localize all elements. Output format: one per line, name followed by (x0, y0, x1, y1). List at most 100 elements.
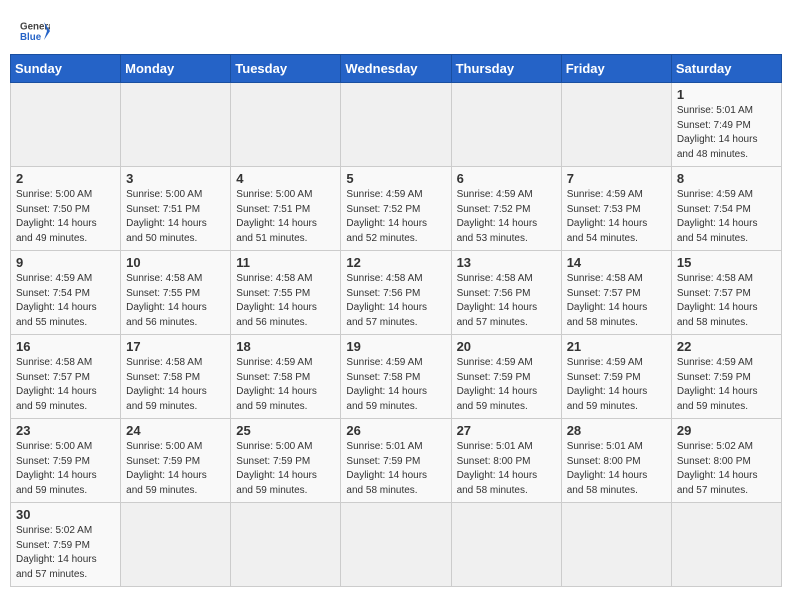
calendar-cell (231, 83, 341, 167)
day-number: 13 (457, 255, 556, 270)
calendar-cell: 16 Sunrise: 4:58 AM Sunset: 7:57 PM Dayli… (11, 335, 121, 419)
calendar-cell: 25 Sunrise: 5:00 AM Sunset: 7:59 PM Dayli… (231, 419, 341, 503)
day-number: 2 (16, 171, 115, 186)
day-info: Sunrise: 4:59 AM Sunset: 7:58 PM Dayligh… (346, 356, 445, 414)
day-info: Sunrise: 5:00 AM Sunset: 7:51 PM Dayligh… (236, 188, 335, 246)
day-number: 4 (236, 171, 335, 186)
day-info: Sunrise: 4:58 AM Sunset: 7:56 PM Dayligh… (346, 272, 445, 330)
weekday-header-tuesday: Tuesday (231, 55, 341, 83)
day-info: Sunrise: 4:59 AM Sunset: 7:52 PM Dayligh… (346, 188, 445, 246)
weekday-header-monday: Monday (121, 55, 231, 83)
calendar-cell (121, 83, 231, 167)
day-number: 30 (16, 507, 115, 522)
day-number: 11 (236, 255, 335, 270)
calendar-cell: 6Sunrise: 4:59 AM Sunset: 7:52 PM Daylig… (451, 167, 561, 251)
logo: General Blue (20, 16, 50, 46)
day-info: Sunrise: 4:58 AM Sunset: 7:56 PM Dayligh… (457, 272, 556, 330)
calendar-cell (561, 503, 671, 587)
calendar-cell: 12 Sunrise: 4:58 AM Sunset: 7:56 PM Dayli… (341, 251, 451, 335)
calendar-cell: 9Sunrise: 4:59 AM Sunset: 7:54 PM Daylig… (11, 251, 121, 335)
calendar-cell: 17 Sunrise: 4:58 AM Sunset: 7:58 PM Dayli… (121, 335, 231, 419)
day-info: Sunrise: 4:59 AM Sunset: 7:52 PM Dayligh… (457, 188, 556, 246)
day-info: Sunrise: 5:01 AM Sunset: 8:00 PM Dayligh… (567, 440, 666, 498)
day-number: 16 (16, 339, 115, 354)
calendar-cell: 8 Sunrise: 4:59 AM Sunset: 7:54 PM Daylig… (671, 167, 781, 251)
day-number: 17 (126, 339, 225, 354)
day-number: 18 (236, 339, 335, 354)
calendar-cell: 30 Sunrise: 5:02 AM Sunset: 7:59 PM Dayli… (11, 503, 121, 587)
day-number: 9 (16, 255, 115, 270)
calendar-cell (561, 83, 671, 167)
day-number: 5 (346, 171, 445, 186)
day-info: Sunrise: 4:59 AM Sunset: 7:59 PM Dayligh… (677, 356, 776, 414)
header: General Blue (0, 0, 792, 54)
calendar-cell: 29 Sunrise: 5:02 AM Sunset: 8:00 PM Dayli… (671, 419, 781, 503)
calendar-cell: 4 Sunrise: 5:00 AM Sunset: 7:51 PM Daylig… (231, 167, 341, 251)
calendar-cell: 15 Sunrise: 4:58 AM Sunset: 7:57 PM Dayli… (671, 251, 781, 335)
day-number: 24 (126, 423, 225, 438)
calendar-cell: 3Sunrise: 5:00 AM Sunset: 7:51 PM Daylig… (121, 167, 231, 251)
day-number: 1 (677, 87, 776, 102)
weekday-header-wednesday: Wednesday (341, 55, 451, 83)
day-info: Sunrise: 5:00 AM Sunset: 7:59 PM Dayligh… (126, 440, 225, 498)
day-info: Sunrise: 4:59 AM Sunset: 7:53 PM Dayligh… (567, 188, 666, 246)
day-info: Sunrise: 4:59 AM Sunset: 7:59 PM Dayligh… (567, 356, 666, 414)
day-info: Sunrise: 5:02 AM Sunset: 7:59 PM Dayligh… (16, 524, 115, 582)
calendar-cell: 28 Sunrise: 5:01 AM Sunset: 8:00 PM Dayli… (561, 419, 671, 503)
svg-text:Blue: Blue (20, 32, 42, 43)
calendar-cell: 24 Sunrise: 5:00 AM Sunset: 7:59 PM Dayli… (121, 419, 231, 503)
svg-text:General: General (20, 22, 50, 33)
day-info: Sunrise: 5:00 AM Sunset: 7:50 PM Dayligh… (16, 188, 115, 246)
day-info: Sunrise: 5:00 AM Sunset: 7:59 PM Dayligh… (16, 440, 115, 498)
day-number: 29 (677, 423, 776, 438)
calendar-cell (671, 503, 781, 587)
calendar-cell: 22 Sunrise: 4:59 AM Sunset: 7:59 PM Dayli… (671, 335, 781, 419)
calendar-wrapper: SundayMondayTuesdayWednesdayThursdayFrid… (0, 54, 792, 597)
day-number: 28 (567, 423, 666, 438)
calendar-cell: 11 Sunrise: 4:58 AM Sunset: 7:55 PM Dayli… (231, 251, 341, 335)
calendar-cell: 21Sunrise: 4:59 AM Sunset: 7:59 PM Dayli… (561, 335, 671, 419)
day-info: Sunrise: 4:58 AM Sunset: 7:57 PM Dayligh… (677, 272, 776, 330)
day-info: Sunrise: 5:01 AM Sunset: 7:49 PM Dayligh… (677, 104, 776, 162)
weekday-header-thursday: Thursday (451, 55, 561, 83)
day-info: Sunrise: 5:01 AM Sunset: 7:59 PM Dayligh… (346, 440, 445, 498)
day-info: Sunrise: 4:58 AM Sunset: 7:55 PM Dayligh… (126, 272, 225, 330)
day-number: 22 (677, 339, 776, 354)
weekday-header-saturday: Saturday (671, 55, 781, 83)
calendar-cell (451, 83, 561, 167)
day-info: Sunrise: 5:02 AM Sunset: 8:00 PM Dayligh… (677, 440, 776, 498)
day-info: Sunrise: 4:58 AM Sunset: 7:57 PM Dayligh… (16, 356, 115, 414)
calendar-cell: 20Sunrise: 4:59 AM Sunset: 7:59 PM Dayli… (451, 335, 561, 419)
day-number: 27 (457, 423, 556, 438)
calendar-cell: 5 Sunrise: 4:59 AM Sunset: 7:52 PM Daylig… (341, 167, 451, 251)
weekday-header-sunday: Sunday (11, 55, 121, 83)
day-number: 25 (236, 423, 335, 438)
calendar-cell (451, 503, 561, 587)
day-number: 19 (346, 339, 445, 354)
calendar-cell: 2 Sunrise: 5:00 AM Sunset: 7:50 PM Daylig… (11, 167, 121, 251)
day-info: Sunrise: 4:59 AM Sunset: 7:54 PM Dayligh… (677, 188, 776, 246)
calendar-cell: 1 Sunrise: 5:01 AM Sunset: 7:49 PM Daylig… (671, 83, 781, 167)
day-number: 12 (346, 255, 445, 270)
calendar-table: SundayMondayTuesdayWednesdayThursdayFrid… (10, 54, 782, 587)
calendar-cell: 10 Sunrise: 4:58 AM Sunset: 7:55 PM Dayli… (121, 251, 231, 335)
day-number: 10 (126, 255, 225, 270)
calendar-cell: 27 Sunrise: 5:01 AM Sunset: 8:00 PM Dayli… (451, 419, 561, 503)
day-info: Sunrise: 4:58 AM Sunset: 7:55 PM Dayligh… (236, 272, 335, 330)
day-number: 15 (677, 255, 776, 270)
day-number: 23 (16, 423, 115, 438)
calendar-cell: 23 Sunrise: 5:00 AM Sunset: 7:59 PM Dayli… (11, 419, 121, 503)
day-info: Sunrise: 4:59 AM Sunset: 7:59 PM Dayligh… (457, 356, 556, 414)
calendar-cell (341, 503, 451, 587)
day-info: Sunrise: 5:00 AM Sunset: 7:59 PM Dayligh… (236, 440, 335, 498)
day-info: Sunrise: 4:58 AM Sunset: 7:58 PM Dayligh… (126, 356, 225, 414)
day-number: 14 (567, 255, 666, 270)
day-info: Sunrise: 4:59 AM Sunset: 7:58 PM Dayligh… (236, 356, 335, 414)
calendar-cell: 14Sunrise: 4:58 AM Sunset: 7:57 PM Dayli… (561, 251, 671, 335)
day-number: 8 (677, 171, 776, 186)
calendar-cell (11, 83, 121, 167)
calendar-cell: 13 Sunrise: 4:58 AM Sunset: 7:56 PM Dayli… (451, 251, 561, 335)
calendar-cell (231, 503, 341, 587)
day-info: Sunrise: 5:01 AM Sunset: 8:00 PM Dayligh… (457, 440, 556, 498)
day-number: 7 (567, 171, 666, 186)
